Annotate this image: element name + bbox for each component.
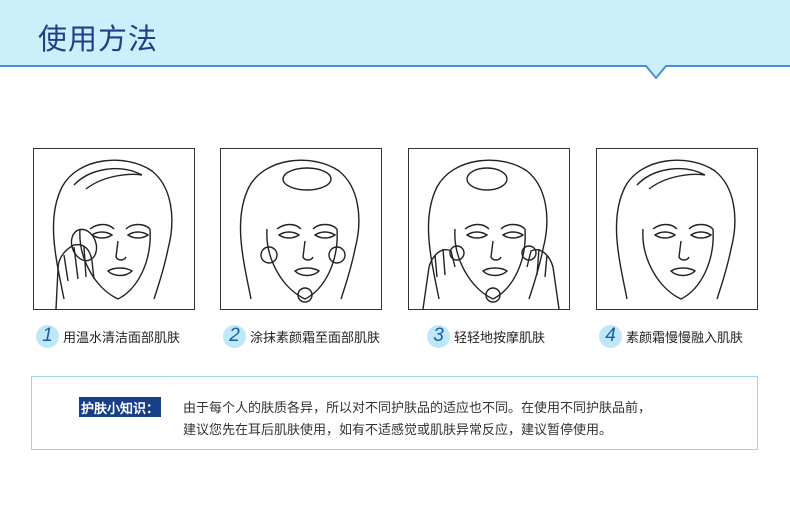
skincare-tips-box: 护肤小知识： 由于每个人的肤质各异，所以对不同护肤品的适应也不同。在使用不同护肤… [31, 376, 758, 450]
step-text: 素颜霜慢慢融入肌肤 [626, 330, 744, 346]
header-banner: 使用方法 [0, 0, 790, 84]
tips-text-line-1: 由于每个人的肤质各异，所以对不同护肤品的适应也不同。在使用不同护肤品前， [183, 401, 652, 416]
step-1-illustration [33, 148, 195, 310]
step-3-caption: 3 轻轻地按摩肌肤 [427, 323, 545, 349]
step-number-badge: 2 [223, 324, 246, 348]
step-3-illustration [408, 148, 570, 310]
step-number-badge: 4 [599, 324, 622, 348]
step-1-caption: 1 用温水清洁面部肌肤 [36, 323, 180, 349]
step-2-illustration [220, 148, 382, 310]
step-2-caption: 2 涂抹素颜霜至面部肌肤 [223, 323, 380, 349]
step-text: 用温水清洁面部肌肤 [63, 330, 181, 346]
step-text: 涂抹素颜霜至面部肌肤 [250, 330, 381, 346]
step-text: 轻轻地按摩肌肤 [454, 330, 546, 346]
page-title: 使用方法 [38, 22, 159, 56]
tips-text-line-2: 建议您先在耳后肌肤使用，如有不适感觉或肌肤异常反应，建议暂停使用。 [183, 423, 613, 438]
step-4-illustration [596, 148, 758, 310]
tips-label: 护肤小知识： [79, 397, 161, 417]
step-number-badge: 1 [36, 324, 59, 348]
step-number-badge: 3 [427, 324, 450, 348]
step-4-caption: 4 素颜霜慢慢融入肌肤 [599, 323, 743, 349]
